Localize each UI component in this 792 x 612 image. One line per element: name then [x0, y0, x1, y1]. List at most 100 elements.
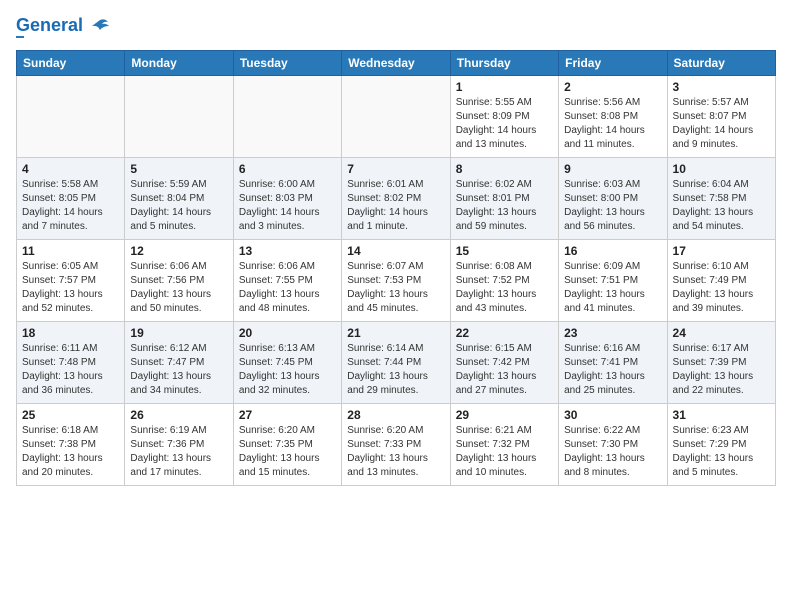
- logo: General: [16, 16, 110, 38]
- day-info: Sunrise: 6:20 AM Sunset: 7:35 PM Dayligh…: [239, 424, 336, 480]
- day-number: 2: [564, 80, 661, 94]
- calendar-cell: [233, 75, 341, 157]
- calendar-cell: 20 Sunrise: 6:13 AM Sunset: 7:45 PM Dayli…: [233, 321, 341, 403]
- day-info: Sunrise: 6:01 AM Sunset: 8:02 PM Dayligh…: [347, 178, 444, 234]
- day-number: 24: [673, 326, 770, 340]
- day-info: Sunrise: 5:58 AM Sunset: 8:05 PM Dayligh…: [22, 178, 119, 234]
- calendar-cell: 10Sunrise: 6:04 AM Sunset: 7:58 PM Dayli…: [667, 157, 775, 239]
- day-info: Sunrise: 6:07 AM Sunset: 7:53 PM Dayligh…: [347, 260, 444, 316]
- day-info: Sunrise: 6:11 AM Sunset: 7:48 PM Dayligh…: [22, 342, 119, 398]
- day-info: Sunrise: 5:56 AM Sunset: 8:08 PM Dayligh…: [564, 96, 661, 152]
- day-number: 7: [347, 162, 444, 176]
- day-number: 12: [130, 244, 227, 258]
- day-info: Sunrise: 6:14 AM Sunset: 7:44 PM Dayligh…: [347, 342, 444, 398]
- calendar-week-row: 25 Sunrise: 6:18 AM Sunset: 7:38 PM Dayli…: [17, 403, 776, 485]
- day-info: Sunrise: 6:17 AM Sunset: 7:39 PM Dayligh…: [673, 342, 770, 398]
- day-info: Sunrise: 6:18 AM Sunset: 7:38 PM Dayligh…: [22, 424, 119, 480]
- calendar-cell: 6 Sunrise: 6:00 AM Sunset: 8:03 PM Daylig…: [233, 157, 341, 239]
- day-number: 6: [239, 162, 336, 176]
- day-info: Sunrise: 6:06 AM Sunset: 7:55 PM Dayligh…: [239, 260, 336, 316]
- day-number: 3: [673, 80, 770, 94]
- day-number: 16: [564, 244, 661, 258]
- day-number: 31: [673, 408, 770, 422]
- day-number: 9: [564, 162, 661, 176]
- day-number: 21: [347, 326, 444, 340]
- calendar-week-row: 18 Sunrise: 6:11 AM Sunset: 7:48 PM Dayli…: [17, 321, 776, 403]
- day-info: Sunrise: 6:10 AM Sunset: 7:49 PM Dayligh…: [673, 260, 770, 316]
- calendar-week-row: 4 Sunrise: 5:58 AM Sunset: 8:05 PM Daylig…: [17, 157, 776, 239]
- calendar-cell: 12 Sunrise: 6:06 AM Sunset: 7:56 PM Dayli…: [125, 239, 233, 321]
- day-number: 4: [22, 162, 119, 176]
- calendar-cell: 29 Sunrise: 6:21 AM Sunset: 7:32 PM Dayli…: [450, 403, 558, 485]
- day-number: 25: [22, 408, 119, 422]
- weekday-header-thursday: Thursday: [450, 50, 558, 75]
- day-number: 20: [239, 326, 336, 340]
- day-info: Sunrise: 6:23 AM Sunset: 7:29 PM Dayligh…: [673, 424, 770, 480]
- day-number: 23: [564, 326, 661, 340]
- calendar-cell: 27 Sunrise: 6:20 AM Sunset: 7:35 PM Dayli…: [233, 403, 341, 485]
- weekday-header-monday: Monday: [125, 50, 233, 75]
- day-number: 11: [22, 244, 119, 258]
- calendar-cell: 1 Sunrise: 5:55 AM Sunset: 8:09 PM Daylig…: [450, 75, 558, 157]
- calendar-cell: 25 Sunrise: 6:18 AM Sunset: 7:38 PM Dayli…: [17, 403, 125, 485]
- day-info: Sunrise: 6:09 AM Sunset: 7:51 PM Dayligh…: [564, 260, 661, 316]
- calendar-cell: 21 Sunrise: 6:14 AM Sunset: 7:44 PM Dayli…: [342, 321, 450, 403]
- day-info: Sunrise: 5:59 AM Sunset: 8:04 PM Dayligh…: [130, 178, 227, 234]
- calendar-cell: 7 Sunrise: 6:01 AM Sunset: 8:02 PM Daylig…: [342, 157, 450, 239]
- day-number: 28: [347, 408, 444, 422]
- day-number: 27: [239, 408, 336, 422]
- day-number: 1: [456, 80, 553, 94]
- weekday-header-wednesday: Wednesday: [342, 50, 450, 75]
- calendar-cell: 14 Sunrise: 6:07 AM Sunset: 7:53 PM Dayli…: [342, 239, 450, 321]
- day-info: Sunrise: 6:03 AM Sunset: 8:00 PM Dayligh…: [564, 178, 661, 234]
- calendar-cell: 9 Sunrise: 6:03 AM Sunset: 8:00 PM Daylig…: [559, 157, 667, 239]
- day-info: Sunrise: 6:00 AM Sunset: 8:03 PM Dayligh…: [239, 178, 336, 234]
- calendar-cell: [17, 75, 125, 157]
- calendar-cell: 22 Sunrise: 6:15 AM Sunset: 7:42 PM Dayli…: [450, 321, 558, 403]
- day-info: Sunrise: 6:08 AM Sunset: 7:52 PM Dayligh…: [456, 260, 553, 316]
- day-info: Sunrise: 6:04 AM Sunset: 7:58 PM Dayligh…: [673, 178, 770, 234]
- day-number: 17: [673, 244, 770, 258]
- day-info: Sunrise: 6:13 AM Sunset: 7:45 PM Dayligh…: [239, 342, 336, 398]
- day-number: 22: [456, 326, 553, 340]
- weekday-header-sunday: Sunday: [17, 50, 125, 75]
- day-number: 15: [456, 244, 553, 258]
- calendar-cell: 18 Sunrise: 6:11 AM Sunset: 7:48 PM Dayli…: [17, 321, 125, 403]
- calendar-cell: 19 Sunrise: 6:12 AM Sunset: 7:47 PM Dayli…: [125, 321, 233, 403]
- day-info: Sunrise: 6:16 AM Sunset: 7:41 PM Dayligh…: [564, 342, 661, 398]
- calendar-table: SundayMondayTuesdayWednesdayThursdayFrid…: [16, 50, 776, 486]
- logo-general: General: [16, 15, 83, 35]
- calendar-cell: 13Sunrise: 6:06 AM Sunset: 7:55 PM Dayli…: [233, 239, 341, 321]
- calendar-cell: 3 Sunrise: 5:57 AM Sunset: 8:07 PM Daylig…: [667, 75, 775, 157]
- day-info: Sunrise: 6:15 AM Sunset: 7:42 PM Dayligh…: [456, 342, 553, 398]
- calendar-week-row: 1 Sunrise: 5:55 AM Sunset: 8:09 PM Daylig…: [17, 75, 776, 157]
- calendar-cell: [125, 75, 233, 157]
- day-info: Sunrise: 6:12 AM Sunset: 7:47 PM Dayligh…: [130, 342, 227, 398]
- weekday-header-tuesday: Tuesday: [233, 50, 341, 75]
- calendar-cell: 26Sunrise: 6:19 AM Sunset: 7:36 PM Dayli…: [125, 403, 233, 485]
- calendar-cell: 5Sunrise: 5:59 AM Sunset: 8:04 PM Daylig…: [125, 157, 233, 239]
- logo-bird-icon: [90, 18, 110, 34]
- day-number: 18: [22, 326, 119, 340]
- day-info: Sunrise: 5:57 AM Sunset: 8:07 PM Dayligh…: [673, 96, 770, 152]
- day-info: Sunrise: 6:05 AM Sunset: 7:57 PM Dayligh…: [22, 260, 119, 316]
- calendar-cell: 11 Sunrise: 6:05 AM Sunset: 7:57 PM Dayli…: [17, 239, 125, 321]
- day-info: Sunrise: 6:21 AM Sunset: 7:32 PM Dayligh…: [456, 424, 553, 480]
- day-info: Sunrise: 5:55 AM Sunset: 8:09 PM Dayligh…: [456, 96, 553, 152]
- day-info: Sunrise: 6:06 AM Sunset: 7:56 PM Dayligh…: [130, 260, 227, 316]
- calendar-cell: 23 Sunrise: 6:16 AM Sunset: 7:41 PM Dayli…: [559, 321, 667, 403]
- calendar-header-row: SundayMondayTuesdayWednesdayThursdayFrid…: [17, 50, 776, 75]
- day-number: 29: [456, 408, 553, 422]
- calendar-cell: 8Sunrise: 6:02 AM Sunset: 8:01 PM Daylig…: [450, 157, 558, 239]
- weekday-header-saturday: Saturday: [667, 50, 775, 75]
- day-info: Sunrise: 6:19 AM Sunset: 7:36 PM Dayligh…: [130, 424, 227, 480]
- calendar-cell: [342, 75, 450, 157]
- day-number: 8: [456, 162, 553, 176]
- page-header: General: [16, 16, 776, 38]
- calendar-cell: 28Sunrise: 6:20 AM Sunset: 7:33 PM Dayli…: [342, 403, 450, 485]
- day-number: 19: [130, 326, 227, 340]
- day-number: 14: [347, 244, 444, 258]
- calendar-cell: 24 Sunrise: 6:17 AM Sunset: 7:39 PM Dayli…: [667, 321, 775, 403]
- day-number: 30: [564, 408, 661, 422]
- calendar-cell: 17 Sunrise: 6:10 AM Sunset: 7:49 PM Dayli…: [667, 239, 775, 321]
